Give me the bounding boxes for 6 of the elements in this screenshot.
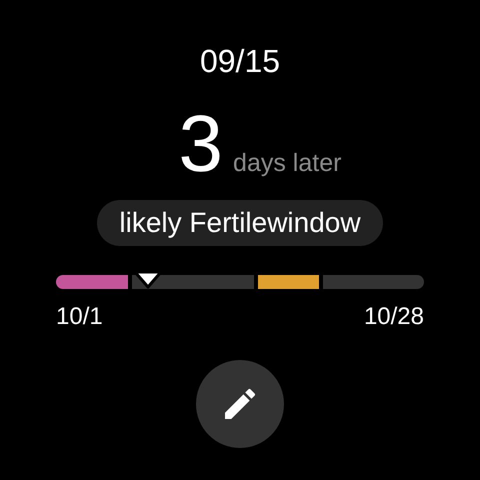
date-text: 09/15 [200,42,280,80]
countdown-unit: days later [233,149,342,178]
start-date: 10/1 [56,303,103,331]
countdown-number: 3 [178,102,224,186]
phase-label: likely Fertilewindow [97,200,383,246]
end-date: 10/28 [364,303,424,331]
